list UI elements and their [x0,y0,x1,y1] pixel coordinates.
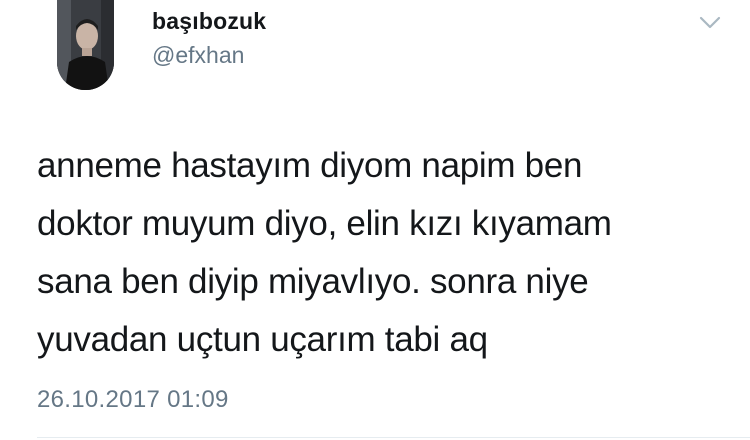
avatar[interactable] [57,0,114,90]
divider [37,437,750,438]
tweet-text-line: sana ben diyip miyavlıyo. sonra niye [37,262,589,301]
tweet-text-line: anneme hastayım diyom napim ben [37,146,583,185]
author-handle[interactable]: @efxhan [152,42,244,69]
tweet-card: başıbozuk @efxhan anneme hastayım diyom … [0,0,750,440]
tweet-text-line: doktor muyum diyo, elin kızı kıyamam [37,204,612,243]
chevron-down-icon[interactable] [697,12,723,32]
tweet-text: anneme hastayım diyom napim ben doktor m… [37,137,727,369]
avatar-photo [57,0,114,90]
author-name[interactable]: başıbozuk [152,8,266,35]
timestamp[interactable]: 26.10.2017 01:09 [37,386,229,414]
tweet-text-line: yuvadan uçtun uçarım tabi aq [37,320,488,359]
